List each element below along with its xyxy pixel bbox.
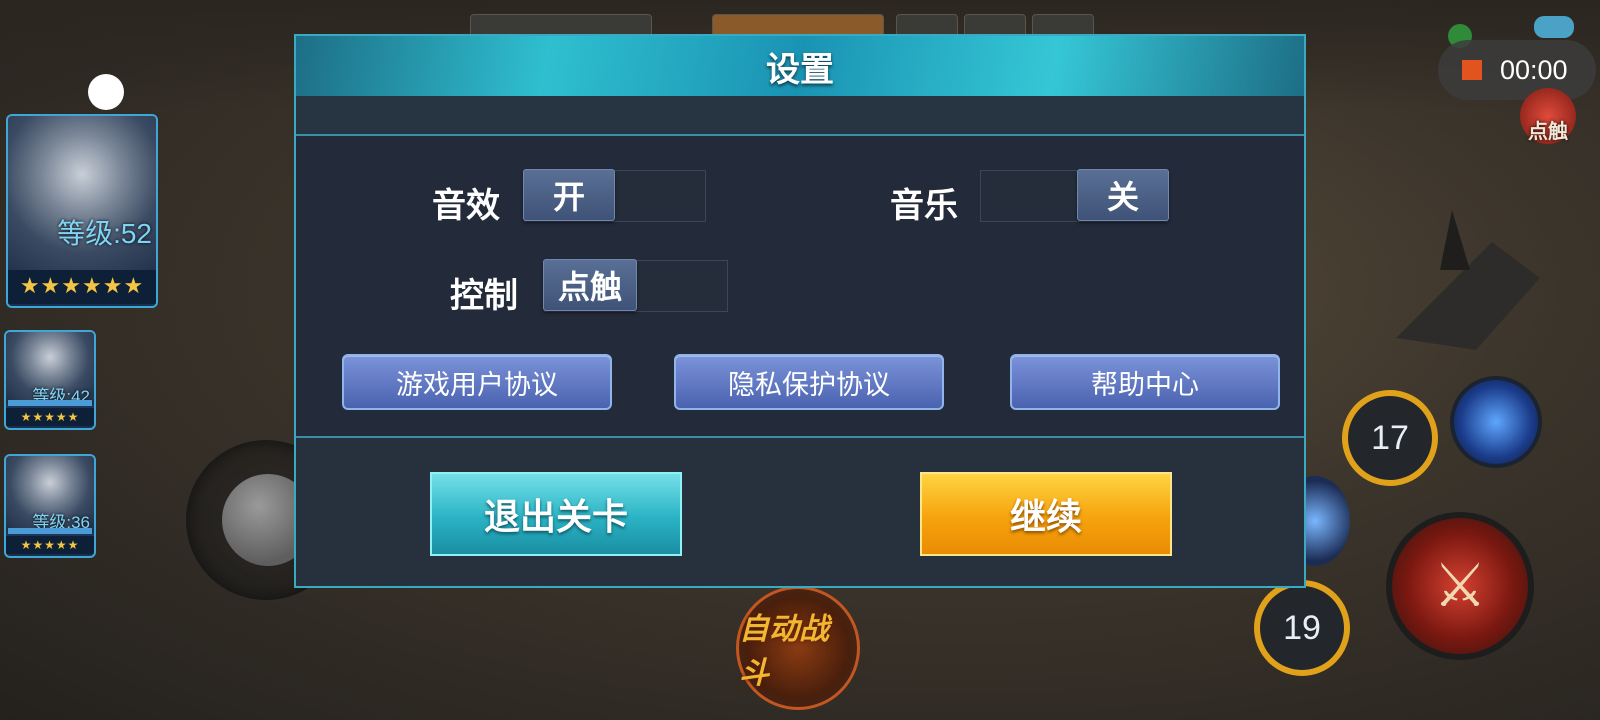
hero-stars: ★★★★★ [6, 536, 94, 554]
sound-effects-toggle-knob[interactable]: 开 [523, 169, 615, 221]
hero-card-2[interactable]: 等级:42 ★★★★★ [4, 330, 96, 430]
hero-hp-bar [8, 528, 92, 534]
recorder-time: 00:00 [1500, 54, 1568, 85]
touch-mode-label: 点触 [1528, 119, 1568, 143]
dialog-subbar [296, 96, 1304, 136]
hero-portrait [8, 116, 156, 282]
hero-card-main[interactable]: 等级:52 ★★★★★★ [6, 114, 158, 308]
privacy-agreement-button[interactable]: 隐私保护协议 [674, 354, 944, 410]
help-center-button[interactable]: 帮助中心 [1010, 354, 1280, 410]
auto-battle-label: 自动战斗 [739, 612, 829, 691]
cooldown-value: 19 [1283, 608, 1321, 647]
skill-cooldown-button[interactable]: 17 [1342, 390, 1438, 486]
hero-hp-bar [8, 400, 92, 406]
user-agreement-button[interactable]: 游戏用户协议 [342, 354, 612, 410]
stop-record-icon[interactable] [1462, 60, 1482, 80]
sound-effects-label: 音效 [432, 186, 500, 226]
hero-card-3[interactable]: 等级:36 ★★★★★ [4, 454, 96, 558]
floating-assist-dot[interactable] [88, 74, 124, 110]
sound-effects-toggle[interactable]: 开 [523, 169, 706, 222]
control-mode-toggle[interactable]: 点触 [543, 259, 728, 312]
control-label: 控制 [450, 276, 518, 316]
background-rock [1440, 210, 1470, 270]
music-toggle[interactable]: 关 [980, 169, 1169, 222]
music-toggle-knob[interactable]: 关 [1077, 169, 1169, 221]
skill-slash-icon[interactable] [1450, 376, 1542, 468]
hero-level: 等级:52 [57, 218, 152, 249]
control-mode-knob[interactable]: 点触 [543, 259, 637, 311]
hero-stars: ★★★★★★ [8, 270, 156, 304]
auto-battle-button[interactable]: 自动战斗 [736, 586, 860, 710]
settings-dialog: 设置 音效 开 音乐 关 控制 点触 游戏用户协议 隐私保护协议 帮助中心 退出… [294, 34, 1306, 588]
attack-swords-icon[interactable]: ⚔ [1386, 512, 1534, 660]
hero-stars: ★★★★★ [6, 408, 94, 426]
screen-recorder-widget[interactable]: 00:00 [1438, 40, 1596, 100]
music-label: 音乐 [890, 186, 958, 226]
dialog-header: 设置 [296, 36, 1304, 96]
skill-cooldown-button[interactable]: 19 [1254, 580, 1350, 676]
cooldown-value: 17 [1371, 418, 1409, 457]
exit-level-button[interactable]: 退出关卡 [430, 472, 682, 556]
dialog-title: 设置 [766, 49, 834, 90]
continue-button[interactable]: 继续 [920, 472, 1172, 556]
gamepad-icon[interactable] [1534, 16, 1574, 38]
